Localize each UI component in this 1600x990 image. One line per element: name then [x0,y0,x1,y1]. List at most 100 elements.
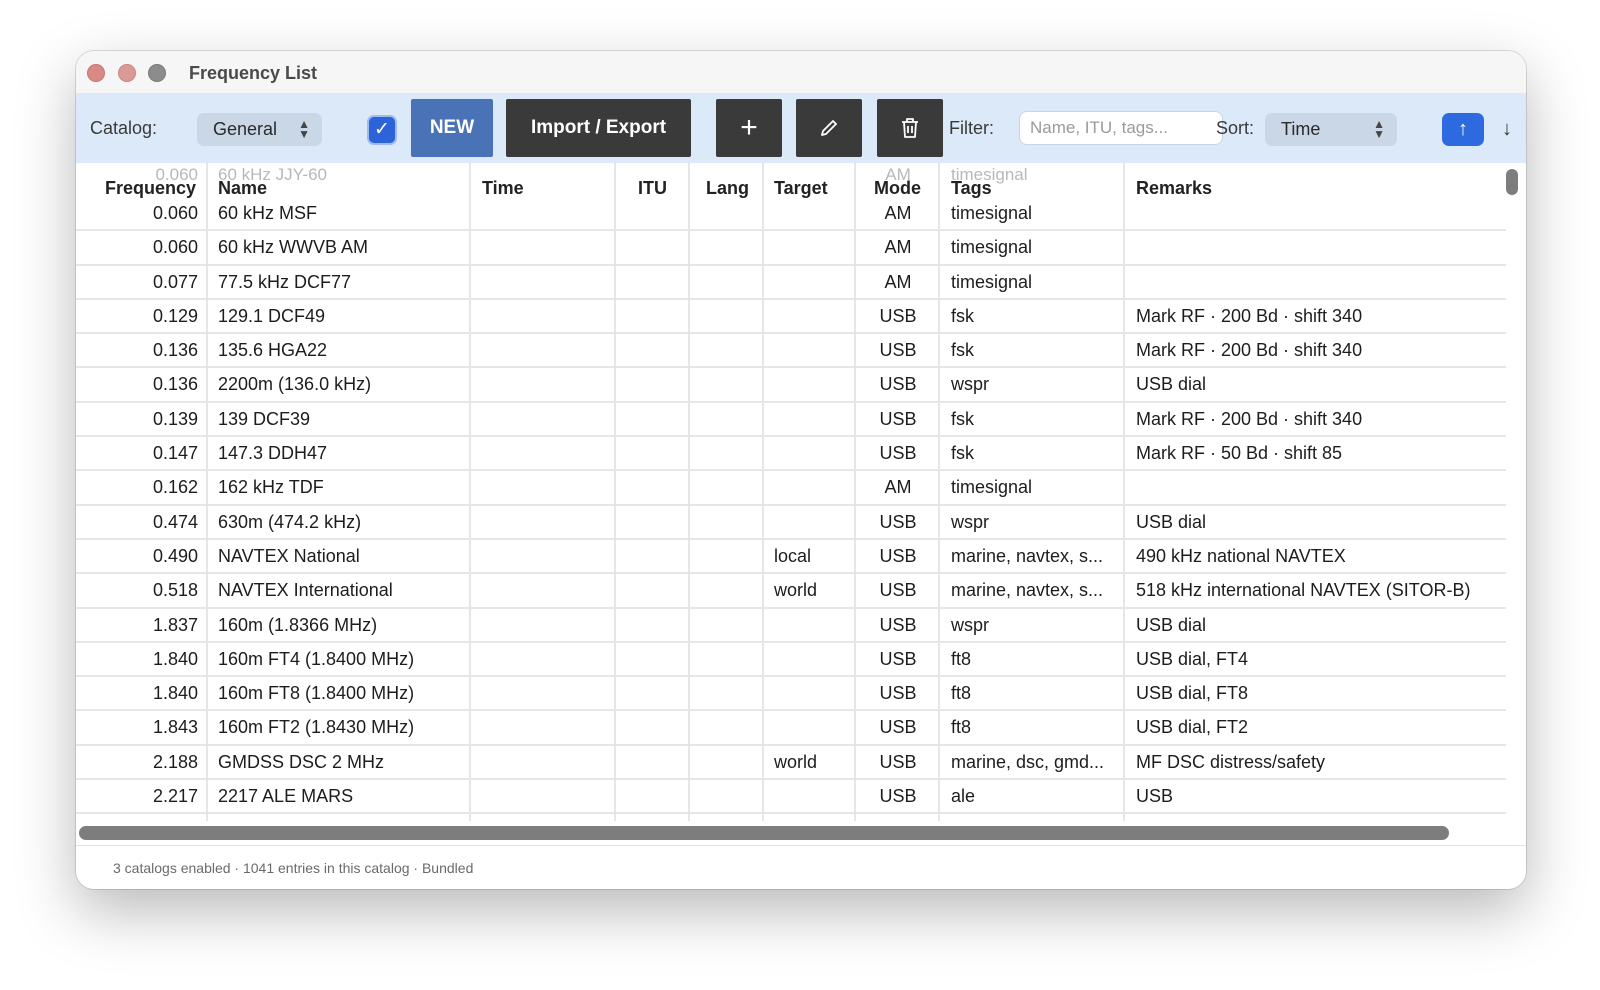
cell-tags: fsk [951,443,975,464]
horizontal-scrollbar[interactable] [76,821,1526,843]
arrow-up-icon: ↑ [1458,118,1468,140]
catalog-enabled-checkbox[interactable]: ✓ [367,115,397,145]
cell-mode: USB [879,443,917,464]
cell-mode: AM [884,237,912,258]
cell-tags: wspr [951,374,990,395]
table-row[interactable]: 1.840 160m FT4 (1.8400 MHz) USB ft8 USB dial… [76,643,1506,678]
table-row[interactable]: 0.136 2200m (136.0 kHz) USB wspr USB dial [76,368,1506,403]
cell-name: 162 kHz TDF [218,477,324,498]
column-header-time[interactable]: Time [482,178,524,199]
cell-mode: USB [879,717,917,738]
trash-icon [902,118,918,138]
column-header-frequency[interactable]: Frequency [105,178,196,199]
cell-tags: fsk [951,408,975,429]
frequency-table: 0.060 60 kHz JJY-60 AM timesignal Freque… [76,163,1526,843]
vertical-scrollbar[interactable] [1506,163,1524,835]
cell-name: 2217 ALE MARS [218,786,354,807]
table-row[interactable]: 1.837 160m (1.8366 MHz) USB wspr USB dial [76,609,1506,643]
cell-name: 77.5 kHz DCF77 [218,271,352,292]
table-row[interactable]: 0.060 60 kHz WWVB AM AM timesignal [76,231,1506,266]
cell-mode: USB [879,580,917,601]
cell-remarks: Mark RF · 50 Bd · shift 85 [1136,443,1343,464]
cell-name: 160m FT8 (1.8400 MHz) [218,683,415,704]
cell-mode: USB [879,511,917,532]
table-row[interactable]: 0.139 139 DCF39 USB fsk Mark RF · 200 Bd · s… [76,403,1506,438]
cell-remarks: MF DSC distress/safety [1136,751,1326,772]
cell-remarks: USB dial [1136,511,1207,532]
catalog-select[interactable]: General ▲ ▼ [197,113,322,146]
new-button[interactable]: NEW [411,99,493,157]
cell-remarks: USB dial, FT2 [1136,717,1249,738]
cell-name: 60 kHz MSF [218,203,318,223]
column-header-lang[interactable]: Lang [706,178,749,199]
cell-frequency: 0.129 [152,305,198,326]
cell-name: 135.6 HGA22 [218,340,328,361]
frequency-list-window: Frequency List Catalog: General ▲ ▼ ✓ NEW… [76,51,1526,889]
cell-frequency: 0.077 [152,271,198,292]
cell-name: 60 kHz WWVB AM [218,237,369,258]
table-row[interactable]: 0.136 135.6 HGA22 USB fsk Mark RF · 200 Bd ·… [76,334,1506,369]
cell-mode: USB [879,305,917,326]
table-row[interactable]: 0.129 129.1 DCF49 USB fsk Mark RF · 200 Bd ·… [76,300,1506,335]
cell-mode: USB [879,545,917,566]
horizontal-scroll-thumb[interactable] [79,826,1449,840]
sort-select[interactable]: Time ▲ ▼ [1265,113,1397,146]
status-bar: 3 catalogs enabled · 1041 entries in thi… [76,845,1526,889]
table-row[interactable]: 2.188 GMDSS DSC 2 MHz world USB marine, dsc,… [76,746,1506,781]
cell-tags: timesignal [951,203,1033,223]
cell-tags: ft8 [951,648,972,669]
table-row[interactable]: 1.843 160m FT2 (1.8430 MHz) USB ft8 USB dial… [76,711,1506,746]
cell-frequency: 2.217 [152,786,198,807]
zoom-window-button[interactable] [148,64,166,82]
cell-name: 630m (474.2 kHz) [218,511,362,532]
delete-button[interactable] [877,99,943,157]
status-text: 3 catalogs enabled · 1041 entries in thi… [113,860,474,876]
cell-tags: wspr [951,511,990,532]
table-body: 0.060 60 kHz MSF AM timesignal 0.060 60 kHz W… [76,197,1506,843]
vertical-scroll-thumb[interactable] [1506,169,1518,195]
cell-tags: wspr [951,614,990,635]
table-header: Frequency Name Time ITU Lang Target Mode… [76,163,1506,199]
cell-remarks: 490 kHz national NAVTEX [1136,545,1346,566]
cell-tags: marine, dsc, gmd... [951,751,1105,772]
table-row[interactable]: 0.147 147.3 DDH47 USB fsk Mark RF · 50 Bd · … [76,437,1506,472]
table-row[interactable]: 0.162 162 kHz TDF AM timesignal [76,471,1506,506]
filter-input[interactable] [1019,111,1223,145]
cell-mode: USB [879,648,917,669]
catalog-select-value: General [213,119,278,139]
column-header-target[interactable]: Target [774,178,828,199]
cell-name: NAVTEX National [218,545,360,566]
cell-name: 160m FT4 (1.8400 MHz) [218,648,415,669]
cell-name: GMDSS DSC 2 MHz [218,751,385,772]
cell-target: local [774,545,812,566]
import-export-button[interactable]: Import / Export [506,99,691,157]
table-row[interactable]: 0.518 NAVTEX International world USB marine,… [76,574,1506,609]
cell-tags: marine, navtex, s... [951,545,1104,566]
column-header-remarks[interactable]: Remarks [1136,178,1212,199]
cell-mode: USB [879,786,917,807]
title-bar: Frequency List [76,51,1526,93]
column-header-name[interactable]: Name [218,178,267,199]
edit-button[interactable] [796,99,862,157]
column-header-tags[interactable]: Tags [951,178,992,199]
table-row[interactable]: 1.840 160m FT8 (1.8400 MHz) USB ft8 USB dial… [76,677,1506,712]
table-row[interactable]: 2.217 2217 ALE MARS USB ale USB [76,780,1506,815]
sort-descending-button[interactable]: ↓ [1489,113,1525,146]
cell-frequency: 0.136 [152,374,198,395]
cell-frequency: 0.518 [152,580,198,601]
cell-remarks: Mark RF · 200 Bd · shift 340 [1136,408,1363,429]
column-header-itu[interactable]: ITU [638,178,667,199]
column-header-mode[interactable]: Mode [874,178,921,199]
cell-remarks: USB dial [1136,614,1207,635]
table-row[interactable]: 0.077 77.5 kHz DCF77 AM timesignal [76,266,1506,300]
table-row[interactable]: 0.060 60 kHz MSF AM timesignal [76,197,1506,232]
sort-ascending-button[interactable]: ↑ [1442,113,1484,146]
table-row[interactable]: 0.474 630m (474.2 kHz) USB wspr USB dial [76,506,1506,540]
cell-frequency: 1.840 [152,648,198,669]
cell-mode: AM [884,203,912,223]
minimize-window-button[interactable] [118,64,136,82]
cell-tags: fsk [951,305,975,326]
table-row[interactable]: 0.490 NAVTEX National local USB marine, navt… [76,540,1506,575]
add-button[interactable]: + [716,99,782,157]
close-window-button[interactable] [87,64,105,82]
